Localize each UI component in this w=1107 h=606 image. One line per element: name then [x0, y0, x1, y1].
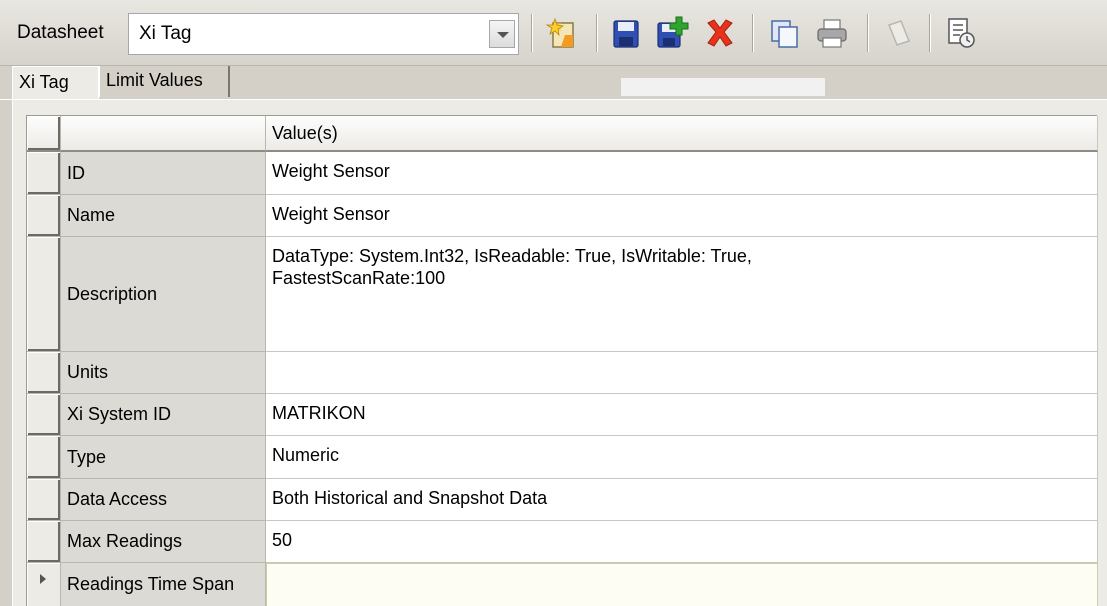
grid-header-row: Value(s): [27, 116, 1098, 152]
tab-strip-filler: [621, 78, 825, 96]
datasheet-options-icon: [948, 18, 975, 48]
field-value-data-access[interactable]: Both Historical and Snapshot Data: [266, 479, 1098, 521]
new-record-button[interactable]: [543, 13, 583, 53]
datasheet-select[interactable]: Xi Tag: [128, 13, 519, 55]
print-button[interactable]: [812, 13, 852, 53]
field-label-max-readings: Max Readings: [61, 521, 266, 563]
field-value-name[interactable]: Weight Sensor: [266, 195, 1098, 237]
field-label-data-access: Data Access: [61, 479, 266, 521]
tab-underline: [0, 99, 1107, 100]
column-header-values[interactable]: Value(s): [266, 116, 1098, 152]
field-value-id[interactable]: Weight Sensor: [266, 152, 1098, 195]
field-label-type: Type: [61, 436, 266, 479]
table-row[interactable]: Xi System ID MATRIKON: [27, 394, 1098, 436]
field-value-readings-time-span[interactable]: [266, 563, 1098, 606]
row-selector[interactable]: [27, 237, 61, 352]
datasheet-options-button[interactable]: [940, 13, 980, 53]
delete-icon: [707, 19, 733, 47]
datasheet-toolbar: Datasheet Xi Tag: [0, 0, 1107, 66]
save-icon: [613, 20, 639, 48]
field-value-description[interactable]: DataType: System.Int32, IsReadable: True…: [266, 237, 1098, 352]
save-and-new-button[interactable]: [652, 13, 692, 53]
tab-strip: Xi Tag Limit Values: [0, 66, 1107, 100]
field-label-description: Description: [61, 237, 266, 352]
table-row[interactable]: Data Access Both Historical and Snapshot…: [27, 479, 1098, 521]
row-selector[interactable]: [27, 394, 61, 436]
disabled-record-button[interactable]: [879, 13, 919, 53]
field-label-name: Name: [61, 195, 266, 237]
property-grid: Value(s) ID Weight Sensor Name Weight Se…: [26, 115, 1098, 606]
table-row[interactable]: ID Weight Sensor: [27, 152, 1098, 195]
table-row[interactable]: Units: [27, 352, 1098, 394]
toolbar-separator: [531, 14, 533, 52]
current-row-indicator[interactable]: [27, 563, 61, 606]
table-row[interactable]: Name Weight Sensor: [27, 195, 1098, 237]
row-selector[interactable]: [27, 352, 61, 394]
row-selector[interactable]: [27, 436, 61, 479]
row-selector[interactable]: [27, 479, 61, 521]
toolbar-separator: [867, 14, 869, 52]
toolbar-separator: [929, 14, 931, 52]
table-row[interactable]: Type Numeric: [27, 436, 1098, 479]
tab-limit-values[interactable]: Limit Values: [99, 66, 230, 97]
field-label-xi-system-id: Xi System ID: [61, 394, 266, 436]
field-label-id: ID: [61, 152, 266, 195]
toolbar-separator: [596, 14, 598, 52]
disabled-record-icon: [888, 20, 910, 46]
row-selector[interactable]: [27, 195, 61, 237]
field-value-type[interactable]: Numeric: [266, 436, 1098, 479]
header-name-cell: [61, 116, 266, 152]
tab-xi-tag[interactable]: Xi Tag: [12, 66, 99, 99]
field-label-readings-time-span: Readings Time Span: [61, 563, 266, 606]
row-selector[interactable]: [27, 521, 61, 563]
field-value-max-readings[interactable]: 50: [266, 521, 1098, 563]
header-selector-cell[interactable]: [27, 116, 61, 152]
table-row[interactable]: Max Readings 50: [27, 521, 1098, 563]
new-record-icon: [545, 17, 574, 48]
field-label-units: Units: [61, 352, 266, 394]
chevron-down-icon[interactable]: [489, 20, 515, 48]
save-button[interactable]: [606, 13, 646, 53]
field-value-units[interactable]: [266, 352, 1098, 394]
datasheet-label: Datasheet: [17, 22, 104, 43]
toolbar-separator: [752, 14, 754, 52]
copy-button[interactable]: [764, 13, 804, 53]
row-selector[interactable]: [27, 152, 61, 195]
copy-icon: [771, 20, 798, 48]
field-value-xi-system-id[interactable]: MATRIKON: [266, 394, 1098, 436]
datasheet-select-value: Xi Tag: [139, 23, 192, 44]
print-icon: [817, 19, 847, 48]
delete-button[interactable]: [700, 13, 740, 53]
save-and-new-icon: [657, 16, 689, 48]
table-row[interactable]: Description DataType: System.Int32, IsRe…: [27, 237, 1098, 352]
table-row[interactable]: Readings Time Span: [27, 563, 1098, 606]
